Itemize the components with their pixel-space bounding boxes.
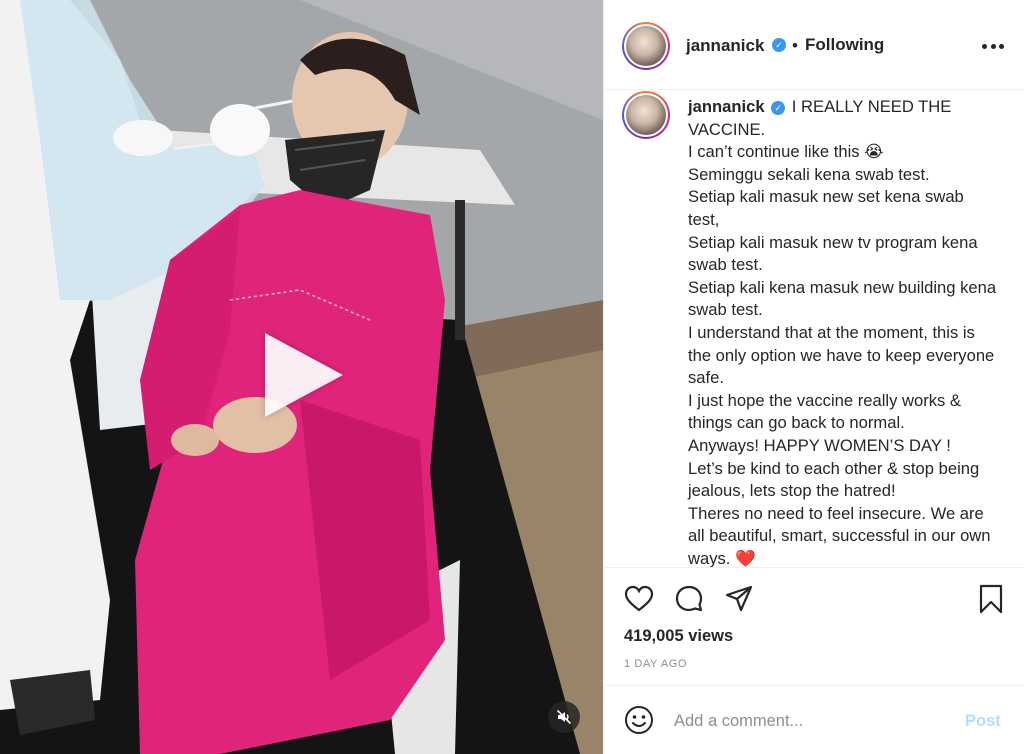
caption-avatar[interactable] [622, 91, 670, 139]
username-link[interactable]: jannanick [686, 36, 764, 56]
paper-plane-icon[interactable] [724, 584, 754, 614]
comment-bar: Post [604, 685, 1024, 754]
comment-input[interactable] [674, 708, 954, 734]
post-comment-button[interactable]: Post [965, 712, 1001, 731]
caption-body: I REALLY NEED THE VACCINE. I can’t conti… [688, 97, 997, 567]
caption-area[interactable]: jannanick ✓ I REALLY NEED THE VACCINE. I… [604, 91, 1024, 567]
verified-badge-icon: ✓ [772, 38, 786, 52]
mute-button[interactable] [548, 701, 580, 733]
more-options-icon[interactable] [982, 42, 1004, 50]
following-button[interactable]: Following [805, 35, 884, 55]
heart-icon[interactable] [624, 584, 654, 614]
comment-icon[interactable] [674, 584, 704, 614]
speaker-muted-icon [556, 709, 572, 725]
post-timestamp[interactable]: 1 DAY AGO [624, 658, 687, 670]
caption: jannanick ✓ I REALLY NEED THE VACCINE. I… [688, 96, 998, 567]
post-sidebar: jannanick ✓ • Following jannanick ✓ I RE… [603, 0, 1024, 754]
post-header: jannanick ✓ • Following [604, 0, 1024, 90]
verified-badge-icon: ✓ [771, 101, 786, 115]
view-count[interactable]: 419,005 views [624, 627, 733, 646]
bookmark-icon[interactable] [976, 584, 1006, 614]
post-video[interactable] [0, 0, 603, 754]
caption-username[interactable]: jannanick [688, 97, 765, 116]
play-icon[interactable] [265, 333, 343, 417]
avatar[interactable] [622, 22, 670, 70]
separator-dot: • [792, 36, 798, 55]
actions-bar: 419,005 views 1 DAY AGO [604, 567, 1024, 685]
emoji-icon[interactable] [624, 705, 654, 735]
